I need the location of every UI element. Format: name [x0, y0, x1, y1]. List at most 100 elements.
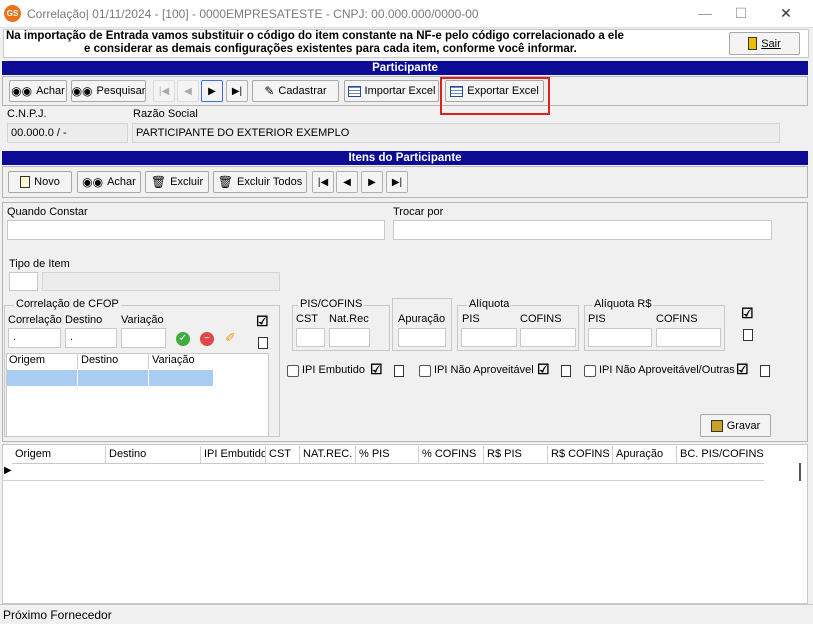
- excluir-button[interactable]: 🗑 Excluir: [145, 171, 209, 193]
- cfop-row-origem: [7, 370, 78, 386]
- cfop-col-destino: Destino: [78, 353, 149, 369]
- next-record-button[interactable]: ▶: [201, 80, 223, 102]
- item-next-button[interactable]: ▶: [361, 171, 383, 193]
- item-last-button[interactable]: ▶|: [386, 171, 408, 193]
- notice-line-2: e considerar as demais configurações exi…: [84, 43, 577, 55]
- correlacao-label: Correlação: [8, 314, 62, 326]
- close-button[interactable]: ✕: [768, 0, 804, 28]
- pis-page-icon[interactable]: [743, 329, 753, 341]
- achar-participante-button[interactable]: ◉◉ Achar: [9, 80, 67, 102]
- cfop-row-variacao: [149, 370, 213, 386]
- ipi-nao-aproveitavel-checkbox[interactable]: [419, 365, 431, 377]
- cadastrar-button[interactable]: ✎ Cadastrar: [252, 80, 339, 102]
- cancel-icon[interactable]: −: [200, 332, 214, 346]
- variacao-input[interactable]: [121, 328, 166, 348]
- grid-col-rs-cofins[interactable]: R$ COFINS: [548, 446, 613, 463]
- cadastrar-label: Cadastrar: [278, 85, 327, 97]
- item-last-icon: ▶|: [391, 176, 403, 188]
- ipi-embutido-page-icon[interactable]: [394, 365, 404, 377]
- trash-icon: 🗑: [150, 175, 167, 189]
- cfop-col-variacao: Variação: [152, 354, 195, 366]
- prev-record-button[interactable]: ◀: [177, 80, 199, 102]
- cnpj-label: C.N.P.J.: [7, 108, 47, 120]
- grid-col-origem[interactable]: Origem: [12, 446, 106, 463]
- grid-col-destino[interactable]: Destino: [106, 446, 201, 463]
- correlacao-input[interactable]: .: [8, 328, 61, 348]
- ipi-nao-aproveitavel-page-icon[interactable]: [561, 365, 571, 377]
- last-icon: ▶|: [231, 85, 243, 97]
- ipi-outras-page-icon[interactable]: [760, 365, 770, 377]
- destino-input[interactable]: .: [65, 328, 117, 348]
- last-record-button[interactable]: ▶|: [226, 80, 248, 102]
- ipi-embutido-checkbox[interactable]: [287, 365, 299, 377]
- aliquota-title: Alíquota: [467, 298, 512, 310]
- ipi-embutido-check-icon[interactable]: ☑: [370, 361, 383, 378]
- grid-col-natrec[interactable]: NAT.REC.: [300, 446, 356, 463]
- grid-col-rs-pis[interactable]: R$ PIS: [484, 446, 548, 463]
- cst-input[interactable]: [296, 328, 325, 347]
- grid-col-pct-pis[interactable]: % PIS: [356, 446, 419, 463]
- item-prev-button[interactable]: ◀: [336, 171, 358, 193]
- exit-door-icon: [748, 37, 758, 50]
- ipi-outras-check-icon[interactable]: ☑: [736, 361, 749, 378]
- razao-social-field[interactable]: PARTICIPANTE DO EXTERIOR EXEMPLO: [132, 123, 780, 143]
- grid-row[interactable]: [2, 463, 764, 481]
- cfop-selected-row[interactable]: [7, 370, 213, 386]
- grid-col-bc-pis-cofins[interactable]: BC. PIS/COFINS: [677, 446, 764, 463]
- aliquota-rs-cofins-label: COFINS: [656, 313, 698, 325]
- gravar-button[interactable]: Gravar: [700, 414, 771, 437]
- eraser-icon[interactable]: ✐: [225, 330, 236, 346]
- aliquota-pis-input[interactable]: [461, 328, 517, 347]
- cfop-row-destino: [78, 370, 149, 386]
- quando-constar-label: Quando Constar: [7, 206, 88, 218]
- razao-social-label: Razão Social: [133, 108, 198, 120]
- status-bar: [0, 604, 813, 624]
- itens-section-bar: Itens do Participante: [2, 151, 808, 165]
- excluir-todos-button[interactable]: 🗑 Excluir Todos: [213, 171, 307, 193]
- exit-button[interactable]: Sair: [729, 32, 800, 55]
- first-record-button[interactable]: |◀: [153, 80, 175, 102]
- importar-excel-label: Importar Excel: [364, 85, 436, 97]
- aliquota-rs-pis-label: PIS: [588, 313, 606, 325]
- pis-checklist-icon[interactable]: ☑: [741, 305, 754, 322]
- aliquota-rs-pis-input[interactable]: [588, 328, 652, 347]
- ipi-outras-checkbox[interactable]: [584, 365, 596, 377]
- confirm-icon[interactable]: ✓: [176, 332, 190, 346]
- importar-excel-button[interactable]: Importar Excel: [344, 80, 439, 102]
- apuracao-input[interactable]: [398, 328, 446, 347]
- trocar-por-input[interactable]: [393, 220, 772, 240]
- ipi-nao-aproveitavel-check-icon[interactable]: ☑: [537, 361, 550, 378]
- trash-all-icon: 🗑: [217, 175, 233, 189]
- aliquota-cofins-input[interactable]: [520, 328, 576, 347]
- title-bar: GS Correlação| 01/11/2024 - [100] - 0000…: [0, 0, 813, 28]
- maximize-button[interactable]: ☐: [723, 0, 759, 28]
- pesquisar-label: Pesquisar: [96, 85, 146, 97]
- cnpj-field[interactable]: 00.000.0 / -: [7, 123, 128, 143]
- quando-constar-input[interactable]: [7, 220, 385, 240]
- novo-button[interactable]: Novo: [8, 171, 72, 193]
- grid-col-apuracao[interactable]: Apuração: [613, 446, 677, 463]
- aliquota-rs-title: Alíquota R$: [592, 298, 654, 310]
- apuracao-label: Apuração: [398, 313, 446, 325]
- grid-col-cst[interactable]: CST: [266, 446, 300, 463]
- item-first-button[interactable]: |◀: [312, 171, 334, 193]
- item-prev-icon: ◀: [343, 176, 351, 188]
- grid-col-pct-cofins[interactable]: % COFINS: [419, 446, 484, 463]
- aliquota-rs-cofins-input[interactable]: [656, 328, 721, 347]
- exportar-excel-button[interactable]: Exportar Excel: [445, 80, 544, 102]
- pesquisar-button[interactable]: ◉◉ Pesquisar: [71, 80, 146, 102]
- item-next-icon: ▶: [368, 176, 376, 188]
- spreadsheet-icon: [347, 85, 361, 97]
- cfop-checklist-icon[interactable]: ☑: [256, 313, 269, 330]
- grid-scrollbar-thumb[interactable]: [799, 463, 801, 481]
- trocar-por-label: Trocar por: [393, 206, 444, 218]
- natrec-label: Nat.Rec: [329, 313, 369, 325]
- achar-item-button[interactable]: ◉◉ Achar: [77, 171, 141, 193]
- cfop-page-icon[interactable]: [258, 337, 268, 349]
- new-page-icon: [20, 176, 31, 188]
- minimize-button[interactable]: —: [687, 0, 723, 28]
- item-first-icon: |◀: [317, 176, 329, 188]
- tipo-item-code-input[interactable]: [9, 272, 38, 291]
- grid-col-ipi-embutido[interactable]: IPI Embutido: [201, 446, 266, 463]
- natrec-input[interactable]: [329, 328, 370, 347]
